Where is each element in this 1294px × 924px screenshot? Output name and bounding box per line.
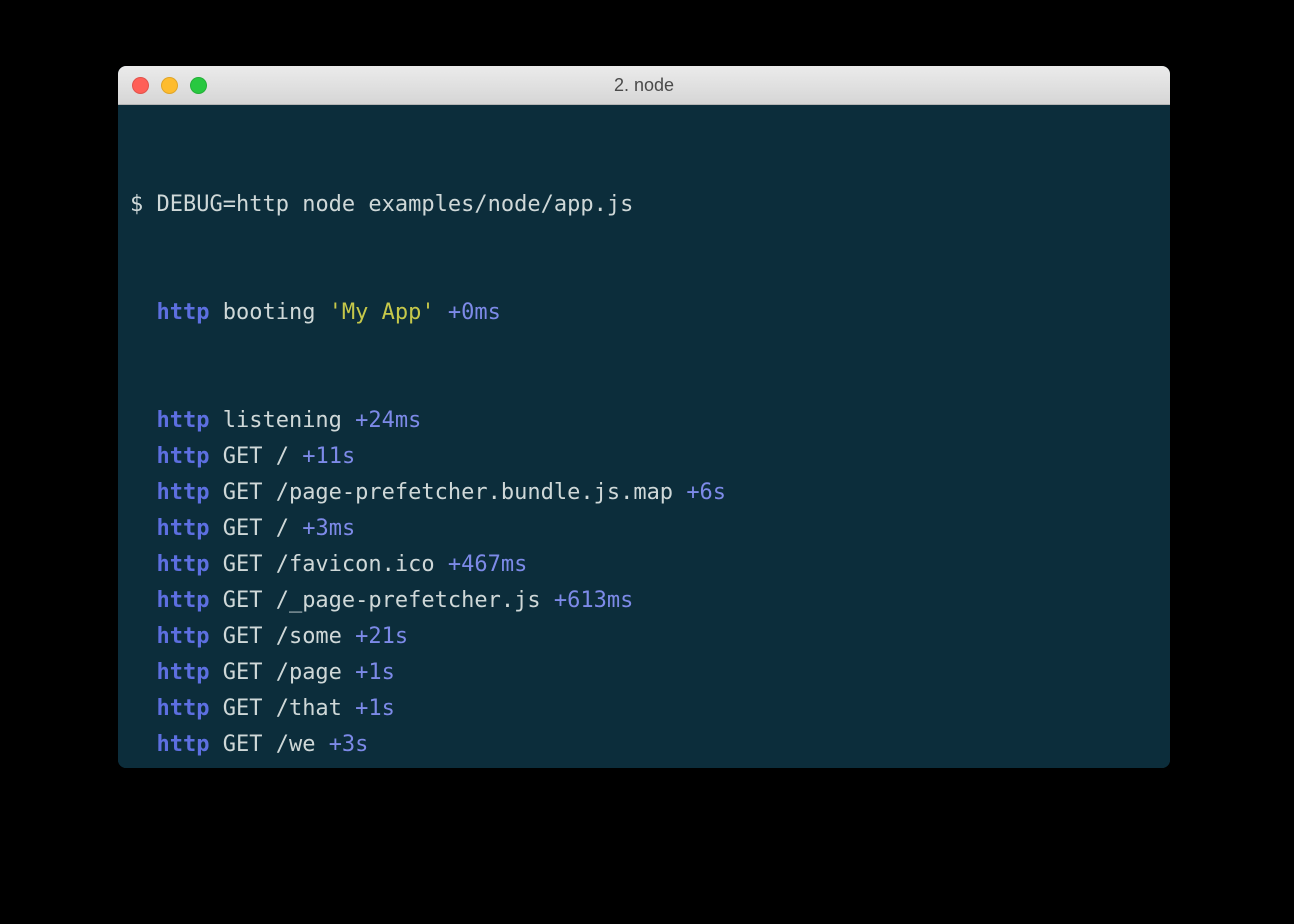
zoom-icon[interactable] [190,77,207,94]
log-timing: +0ms [448,300,501,325]
log-tag: http [156,408,209,433]
log-msg: GET /page [223,660,355,685]
log-tag: http [156,480,209,505]
close-icon[interactable] [132,77,149,94]
log-line: http GET /page +1s [130,655,1158,691]
log-msg: listening [223,408,355,433]
terminal-body[interactable]: $ DEBUG=http node examples/node/app.js h… [118,105,1170,768]
log-line: http GET /page-prefetcher.bundle.js.map … [130,475,1158,511]
log-timing: +24ms [355,408,421,433]
log-timing: +6s [686,480,726,505]
log-msg: GET /some [223,624,355,649]
log-timing: +3ms [302,516,355,541]
log-line: http GET /favicon.ico +467ms [130,547,1158,583]
terminal-window: 2. node $ DEBUG=http node examples/node/… [118,66,1170,768]
log-tag: http [156,732,209,757]
window-title: 2. node [118,75,1170,96]
log-tag: http [156,300,209,325]
log-string: 'My App' [329,300,435,325]
log-timing: +3s [329,732,369,757]
log-line: http GET /some +21s [130,619,1158,655]
log-msg: GET /that [223,696,355,721]
log-timing: +1s [355,660,395,685]
log-line: http GET / +11s [130,439,1158,475]
log-msg: booting [223,300,329,325]
log-msg: GET / [223,516,302,541]
log-tag: http [156,552,209,577]
log-tag: http [156,660,209,685]
log-tag: http [156,696,209,721]
log-msg: GET /_page-prefetcher.js [223,588,554,613]
log-timing: +21s [355,624,408,649]
command-text: DEBUG=http node examples/node/app.js [157,192,634,217]
log-line: http listening +24ms [130,403,1158,439]
log-line: http GET /want +1s [130,763,1158,768]
prompt-line: $ DEBUG=http node examples/node/app.js [130,187,1158,223]
log-line: http GET / +3ms [130,511,1158,547]
log-timing: +613ms [554,588,633,613]
log-timing: +467ms [448,552,527,577]
log-line: http GET /_page-prefetcher.js +613ms [130,583,1158,619]
log-msg: GET /page-prefetcher.bundle.js.map [223,480,687,505]
log-timing: +1s [355,696,395,721]
log-msg: GET /favicon.ico [223,552,448,577]
log-timing: +11s [302,444,355,469]
log-msg: GET / [223,444,302,469]
log-tag: http [156,624,209,649]
log-tag: http [156,444,209,469]
log-line: http GET /we +3s [130,727,1158,763]
traffic-lights [132,77,207,94]
titlebar: 2. node [118,66,1170,105]
log-tag: http [156,516,209,541]
log-tag: http [156,588,209,613]
log-msg: GET /we [223,732,329,757]
log-line: http GET /that +1s [130,691,1158,727]
log-line-boot: http booting 'My App' +0ms [130,295,1158,331]
minimize-icon[interactable] [161,77,178,94]
prompt-symbol: $ [130,192,143,217]
